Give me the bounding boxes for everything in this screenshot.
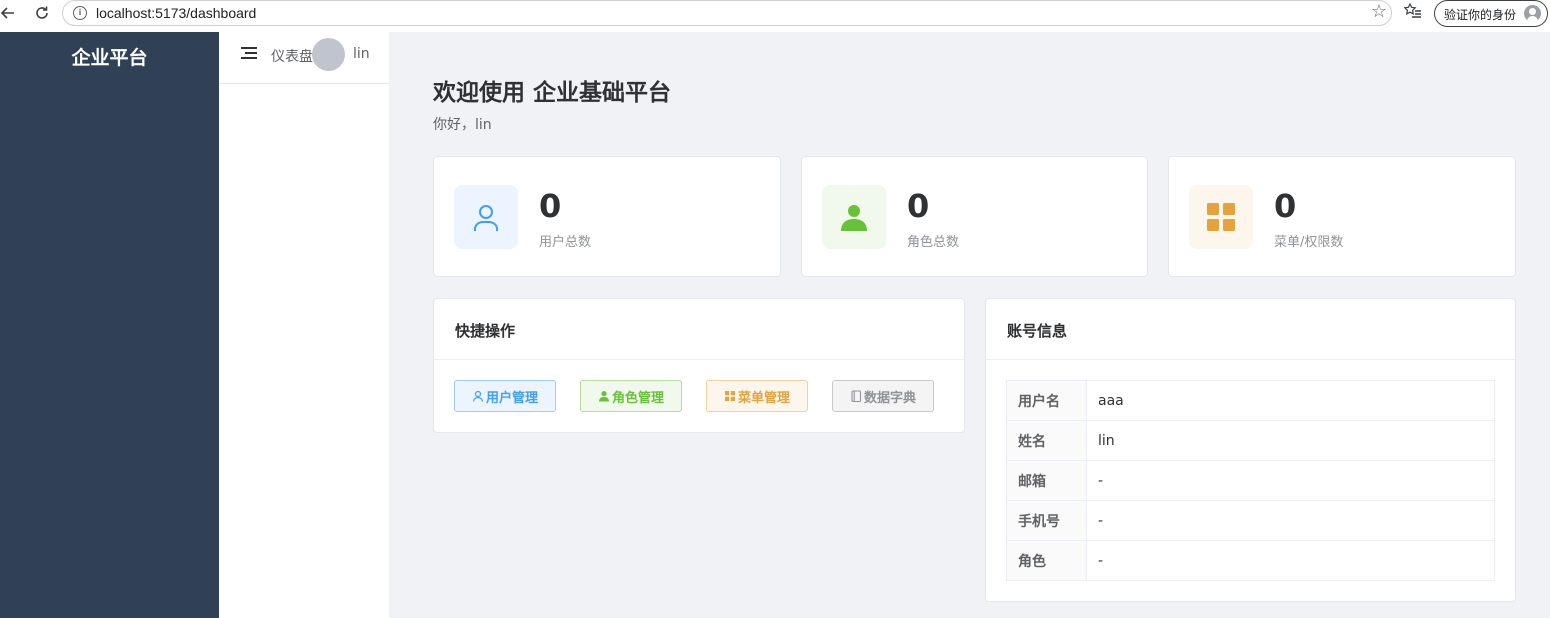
account-info-card: 账号信息 用户名 aaa 姓名 lin 邮箱 - 手机号 - 角色 - <box>985 298 1516 602</box>
user-filled-icon <box>822 185 886 249</box>
button-label: 角色管理 <box>611 390 664 406</box>
stat-label: 菜单/权限数 <box>1274 235 1344 250</box>
card-title: 快捷操作 <box>455 322 516 340</box>
table-row: 姓名 lin <box>1006 420 1495 461</box>
table-row: 用户名 aaa <box>1006 380 1495 421</box>
sidebar: 企业平台 <box>0 32 219 618</box>
avatar[interactable] <box>312 38 345 71</box>
field-value-role: - <box>1086 540 1495 581</box>
field-value-name: lin <box>1086 420 1495 461</box>
bookmark-star-icon[interactable]: ☆ <box>1368 1 1390 23</box>
main-content: 欢迎使用 企业基础平台 你好，lin 0 用户总数 0 角色总数 0 菜单/权限… <box>389 32 1550 618</box>
header-panel <box>219 84 389 618</box>
table-row: 角色 - <box>1006 540 1495 581</box>
role-management-button[interactable]: 角色管理 <box>580 380 682 412</box>
back-arrow-icon[interactable] <box>0 2 20 24</box>
header-username[interactable]: lin <box>353 46 370 62</box>
stat-card-roles: 0 角色总数 <box>801 156 1148 277</box>
account-info-table: 用户名 aaa 姓名 lin 邮箱 - 手机号 - 角色 - <box>1006 380 1495 581</box>
grid-icon <box>724 391 735 401</box>
stat-value: 0 <box>1274 187 1297 225</box>
field-value-phone: - <box>1086 500 1495 541</box>
verify-identity-button[interactable]: 验证你的身份 <box>1434 0 1548 27</box>
field-value-email: - <box>1086 460 1495 501</box>
stat-label: 用户总数 <box>539 235 592 250</box>
address-bar[interactable]: i localhost:5173/dashboard <box>62 0 1392 26</box>
user-icon <box>454 185 518 249</box>
page-title: 欢迎使用 企业基础平台 <box>433 80 672 106</box>
field-label-name: 姓名 <box>1006 420 1087 461</box>
browser-toolbar: i localhost:5173/dashboard ☆ 验证你的身份 <box>0 0 1550 28</box>
site-info-icon[interactable]: i <box>73 6 87 20</box>
brand-title: 企业平台 <box>71 47 148 69</box>
breadcrumb[interactable]: 仪表盘 <box>271 46 313 66</box>
profile-avatar-icon <box>1524 5 1541 22</box>
table-row: 手机号 - <box>1006 500 1495 541</box>
button-label: 菜单管理 <box>737 390 790 406</box>
user-management-button[interactable]: 用户管理 <box>454 380 556 412</box>
stat-card-menus: 0 菜单/权限数 <box>1168 156 1516 277</box>
field-label-role: 角色 <box>1006 540 1087 581</box>
verify-identity-label: 验证你的身份 <box>1444 8 1517 22</box>
stat-value: 0 <box>907 187 930 225</box>
field-value-username: aaa <box>1086 380 1495 421</box>
quick-actions-card: 快捷操作 用户管理 角色管理 菜单管理 数据字典 <box>433 298 965 433</box>
field-label-username: 用户名 <box>1006 380 1087 421</box>
menu-toggle-icon[interactable] <box>241 47 257 61</box>
button-label: 用户管理 <box>485 390 538 406</box>
card-header: 快捷操作 <box>434 299 964 360</box>
grid-icon <box>1189 185 1253 249</box>
top-header: 仪表盘 lin <box>219 32 389 84</box>
notebook-icon <box>851 390 862 402</box>
user-filled-icon <box>598 391 609 402</box>
stat-card-users: 0 用户总数 <box>433 156 781 277</box>
reading-list-icon[interactable] <box>1402 2 1424 24</box>
data-dictionary-button[interactable]: 数据字典 <box>832 380 934 412</box>
card-header: 账号信息 <box>986 299 1515 360</box>
stat-label: 角色总数 <box>907 235 960 250</box>
stat-value: 0 <box>539 187 562 225</box>
menu-management-button[interactable]: 菜单管理 <box>706 380 808 412</box>
card-title: 账号信息 <box>1007 322 1068 340</box>
field-label-phone: 手机号 <box>1006 500 1087 541</box>
greeting-text: 你好，lin <box>433 117 492 133</box>
url-text: localhost:5173/dashboard <box>96 5 257 21</box>
button-label: 数据字典 <box>863 390 916 406</box>
field-label-email: 邮箱 <box>1006 460 1087 501</box>
reload-icon[interactable] <box>30 2 54 24</box>
table-row: 邮箱 - <box>1006 460 1495 501</box>
user-icon <box>472 390 484 402</box>
